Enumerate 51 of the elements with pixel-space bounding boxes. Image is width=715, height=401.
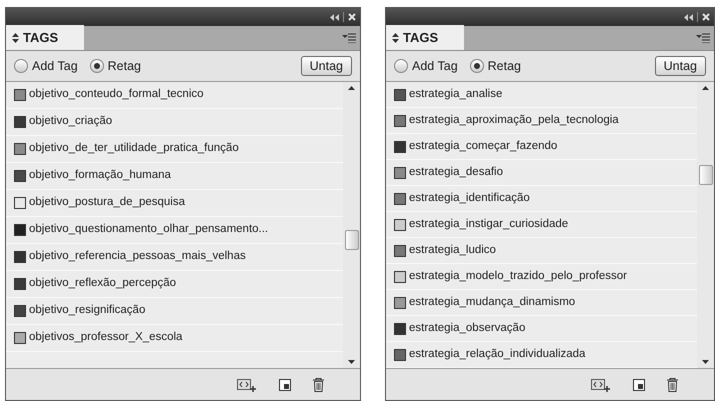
tag-list-item[interactable]: estrategia_desafio	[386, 160, 697, 186]
tag-list-item[interactable]: estrategia_instigar_curiosidade	[386, 212, 697, 238]
tag-list-item[interactable]: objetivo_criação	[6, 109, 343, 136]
tag-list-item[interactable]: objetivo_resignificação	[6, 298, 343, 325]
tag-list-item[interactable]: objetivo_reflexão_percepção	[6, 271, 343, 298]
tag-list-item[interactable]: estrategia_identificação	[386, 186, 697, 212]
radio-option[interactable]: Retag	[470, 56, 522, 76]
scroll-up-icon[interactable]	[702, 86, 709, 90]
new-item-icon[interactable]	[633, 378, 645, 390]
tag-list-item[interactable]: objetivos_professor_X_escola	[6, 325, 343, 352]
trash-icon[interactable]	[667, 378, 678, 392]
tag-list-item[interactable]: objetivo_questionamento_olhar_pensamento...	[6, 217, 343, 244]
trash-icon[interactable]	[313, 378, 324, 392]
tag-list-item[interactable]: estrategia_começar_fazendo	[386, 134, 697, 160]
radio-option[interactable]: Add Tag	[394, 56, 458, 76]
tag-list-item[interactable]: objetivo_de_ter_utilidade_pratica_função	[6, 136, 343, 163]
expand-icon	[12, 32, 19, 42]
scroll-up-icon[interactable]	[348, 86, 355, 90]
panel-tab[interactable]: TAGS	[386, 25, 464, 50]
tag-list-item[interactable]: estrategia_aproximação_pela_tecnologia	[386, 108, 697, 134]
scroll-down-icon[interactable]	[348, 360, 355, 364]
close-icon[interactable]	[348, 13, 356, 21]
new-item-icon[interactable]	[279, 378, 291, 390]
radio-option[interactable]: Retag	[90, 56, 142, 76]
tag-list-item[interactable]: estrategia_mudança_dinamismo	[386, 290, 697, 316]
tag-list-item[interactable]: estrategia_analise	[386, 82, 697, 108]
tag-list-item[interactable]: objetivo_postura_de_pesquisa	[6, 190, 343, 217]
scroll-thumb[interactable]	[698, 165, 712, 185]
tag-list-item[interactable]: estrategia_observação	[386, 316, 697, 342]
untag-button[interactable]: Untag	[654, 56, 706, 76]
tag-list-item[interactable]: objetivo_formação_humana	[6, 163, 343, 190]
expand-icon	[392, 32, 399, 42]
menu-icon[interactable]	[696, 33, 710, 43]
scrollbar[interactable]	[343, 82, 360, 368]
close-icon[interactable]	[702, 13, 710, 21]
menu-icon[interactable]	[342, 33, 356, 43]
tag-list-item[interactable]: objetivo_conteudo_formal_tecnico	[6, 82, 343, 109]
scrollbar[interactable]	[697, 82, 714, 368]
collapse-icon[interactable]	[684, 14, 693, 20]
tag-list-item[interactable]: estrategia_relação_individualizada	[386, 342, 697, 368]
new-tag-icon[interactable]	[237, 378, 257, 392]
collapse-icon[interactable]	[330, 14, 339, 20]
scroll-down-icon[interactable]	[702, 360, 709, 364]
tag-list-item[interactable]: estrategia_ludico	[386, 238, 697, 264]
panel-tab[interactable]: TAGS	[6, 25, 84, 50]
tag-list-item[interactable]: objetivo_referencia_pessoas_mais_velhas	[6, 244, 343, 271]
untag-button[interactable]: Untag	[300, 56, 352, 76]
new-tag-icon[interactable]	[591, 378, 611, 392]
radio-option[interactable]: Add Tag	[14, 56, 78, 76]
tag-list-item[interactable]: estrategia_modelo_trazido_pelo_professor	[386, 264, 697, 290]
scroll-thumb[interactable]	[344, 230, 358, 250]
